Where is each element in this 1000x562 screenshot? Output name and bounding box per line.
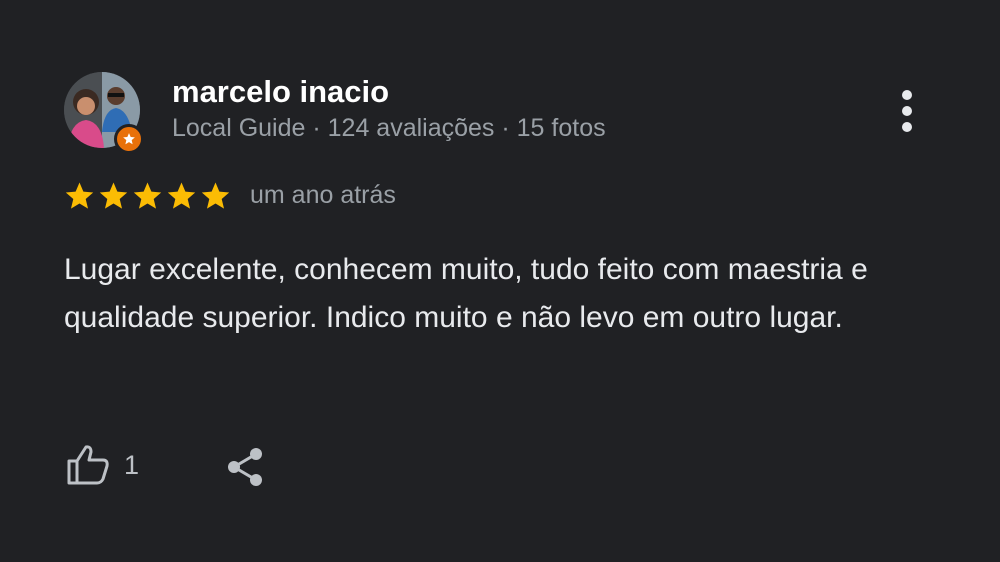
star-icon bbox=[65, 182, 94, 209]
review-text: Lugar excelente, conhecem muito, tudo fe… bbox=[64, 253, 868, 334]
share-icon bbox=[228, 448, 262, 486]
review-card: marcelo inacio Local Guide · 124 avaliaç… bbox=[0, 0, 1000, 562]
star-rating bbox=[64, 180, 231, 214]
more-vert-icon bbox=[902, 90, 912, 132]
like-button[interactable]: 1 bbox=[64, 440, 139, 490]
star-icon bbox=[167, 182, 196, 209]
share-button[interactable] bbox=[222, 444, 268, 490]
thumb-up-icon bbox=[67, 445, 109, 485]
star-icon bbox=[133, 182, 162, 209]
star-icon bbox=[201, 182, 230, 209]
author-meta: Local Guide · 124 avaliações · 15 fotos bbox=[172, 114, 606, 142]
local-guide-badge-icon bbox=[114, 124, 144, 154]
like-count: 1 bbox=[124, 449, 140, 480]
author-name[interactable]: marcelo inacio bbox=[172, 74, 389, 110]
review-date: um ano atrás bbox=[250, 181, 396, 209]
more-options-button[interactable] bbox=[890, 86, 924, 136]
star-icon bbox=[99, 182, 128, 209]
author-avatar[interactable] bbox=[64, 72, 144, 154]
